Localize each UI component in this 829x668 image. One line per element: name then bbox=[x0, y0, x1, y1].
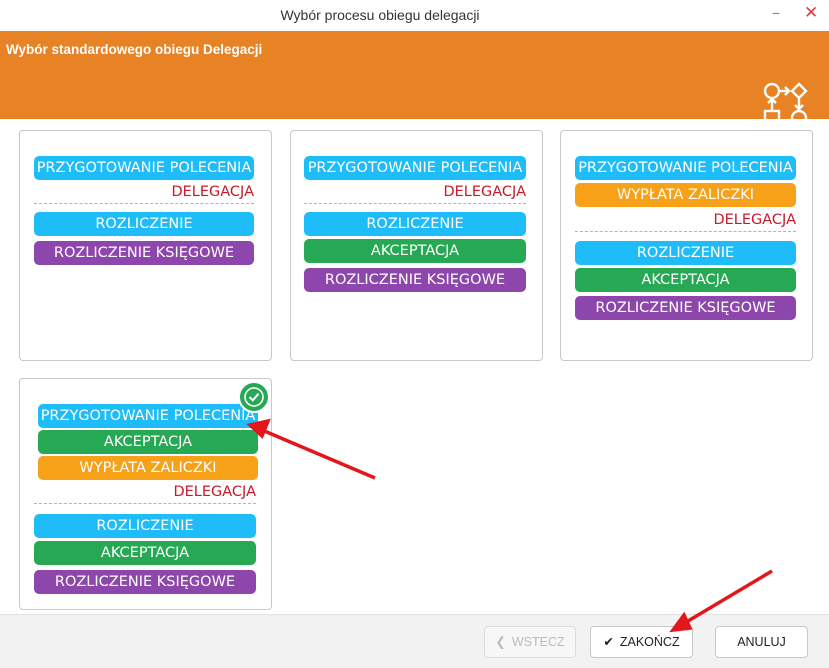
step-przygotowanie: PRZYGOTOWANIE POLECENIA bbox=[304, 156, 526, 180]
minimize-icon[interactable]: – bbox=[772, 3, 780, 22]
step-wyplata-zaliczki: WYPŁATA ZALICZKI bbox=[38, 456, 258, 480]
dialog-footer bbox=[0, 614, 829, 668]
close-icon[interactable]: ✕ bbox=[804, 3, 818, 23]
step-rozliczenie: ROZLICZENIE bbox=[575, 241, 796, 265]
step-rozliczenie-ksiegowe: ROZLICZENIE KSIĘGOWE bbox=[34, 570, 256, 594]
header-banner: Wybór standardowego obiegu Delegacji bbox=[0, 31, 829, 127]
chevron-left-icon: ❮ bbox=[495, 635, 506, 649]
step-rozliczenie-ksiegowe: ROZLICZENIE KSIĘGOWE bbox=[304, 268, 526, 292]
step-rozliczenie: ROZLICZENIE bbox=[34, 514, 256, 538]
back-label: WSTECZ bbox=[511, 635, 565, 649]
finish-label: ZAKOŃCZ bbox=[619, 635, 680, 649]
window-title: Wybór procesu obiegu delegacji bbox=[280, 7, 480, 23]
step-akceptacja: AKCEPTACJA bbox=[34, 541, 256, 565]
window-titlebar: Wybór procesu obiegu delegacji – ✕ bbox=[0, 0, 829, 31]
cancel-button[interactable]: ANULUJ bbox=[715, 626, 808, 658]
cancel-label: ANULUJ bbox=[737, 635, 786, 649]
step-przygotowanie: PRZYGOTOWANIE POLECENIA bbox=[34, 156, 254, 180]
step-akceptacja: AKCEPTACJA bbox=[304, 239, 526, 263]
divider-delegacja: DELEGACJA bbox=[34, 484, 256, 504]
header-title: Wybór standardowego obiegu Delegacji bbox=[6, 42, 263, 57]
step-rozliczenie-ksiegowe: ROZLICZENIE KSIĘGOWE bbox=[34, 241, 254, 265]
back-button[interactable]: ❮ WSTECZ bbox=[484, 626, 576, 658]
step-przygotowanie: PRZYGOTOWANIE POLECENIA bbox=[575, 156, 796, 180]
divider-delegacja: DELEGACJA bbox=[304, 184, 526, 204]
step-rozliczenie: ROZLICZENIE bbox=[304, 212, 526, 236]
divider-delegacja: DELEGACJA bbox=[575, 212, 796, 232]
checkmark-icon: ✔ bbox=[603, 635, 614, 649]
workflow-icon bbox=[763, 82, 808, 127]
step-wyplata-zaliczki: WYPŁATA ZALICZKI bbox=[575, 183, 796, 207]
step-przygotowanie: PRZYGOTOWANIE POLECENIA bbox=[38, 404, 258, 428]
divider-delegacja: DELEGACJA bbox=[34, 184, 254, 204]
step-rozliczenie: ROZLICZENIE bbox=[34, 212, 254, 236]
step-akceptacja: AKCEPTACJA bbox=[575, 268, 796, 292]
step-akceptacja: AKCEPTACJA bbox=[38, 430, 258, 454]
step-rozliczenie-ksiegowe: ROZLICZENIE KSIĘGOWE bbox=[575, 296, 796, 320]
selected-check-icon bbox=[238, 381, 270, 413]
arrow-to-selected-card bbox=[261, 428, 376, 480]
finish-button[interactable]: ✔ ZAKOŃCZ bbox=[590, 626, 693, 658]
